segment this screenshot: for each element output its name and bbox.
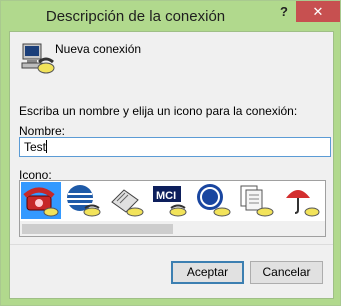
help-button[interactable]: ? bbox=[271, 1, 297, 22]
documents-phone-icon[interactable] bbox=[237, 182, 277, 219]
scrollbar-thumb[interactable] bbox=[22, 224, 173, 234]
cancel-button[interactable]: Cancelar bbox=[250, 261, 323, 284]
accept-button[interactable]: Aceptar bbox=[171, 261, 244, 284]
phone-computer-icon bbox=[21, 43, 55, 74]
ge-logo-icon[interactable] bbox=[194, 182, 234, 219]
close-button[interactable]: ✕ bbox=[296, 1, 340, 22]
text-caret bbox=[46, 140, 48, 153]
name-input[interactable]: Test bbox=[19, 137, 331, 157]
globe-phone-icon[interactable] bbox=[64, 182, 104, 219]
icon-list[interactable]: MCI bbox=[19, 180, 326, 237]
svg-text:MCI: MCI bbox=[156, 190, 176, 202]
mci-logo-icon[interactable]: MCI bbox=[150, 182, 190, 219]
window-title: Descripción de la conexión bbox=[45, 8, 226, 25]
dialog-body: Nueva conexión Escriba un nombre y elija… bbox=[9, 31, 334, 299]
red-phone-icon[interactable] bbox=[21, 182, 61, 219]
name-value: Test bbox=[24, 140, 47, 154]
dialog-window: Descripción de la conexión ? ✕ Nueva con… bbox=[0, 0, 341, 306]
name-label: Nombre: bbox=[19, 124, 66, 138]
instructions-text: Escriba un nombre y elija un icono para … bbox=[19, 104, 298, 118]
umbrella-phone-icon[interactable] bbox=[282, 182, 322, 219]
fax-phone-icon[interactable] bbox=[107, 182, 147, 219]
separator bbox=[10, 244, 333, 245]
connection-name: Nueva conexión bbox=[55, 42, 142, 56]
title-bar[interactable]: Descripción de la conexión ? ✕ bbox=[1, 1, 340, 31]
horizontal-scrollbar[interactable] bbox=[20, 221, 325, 236]
